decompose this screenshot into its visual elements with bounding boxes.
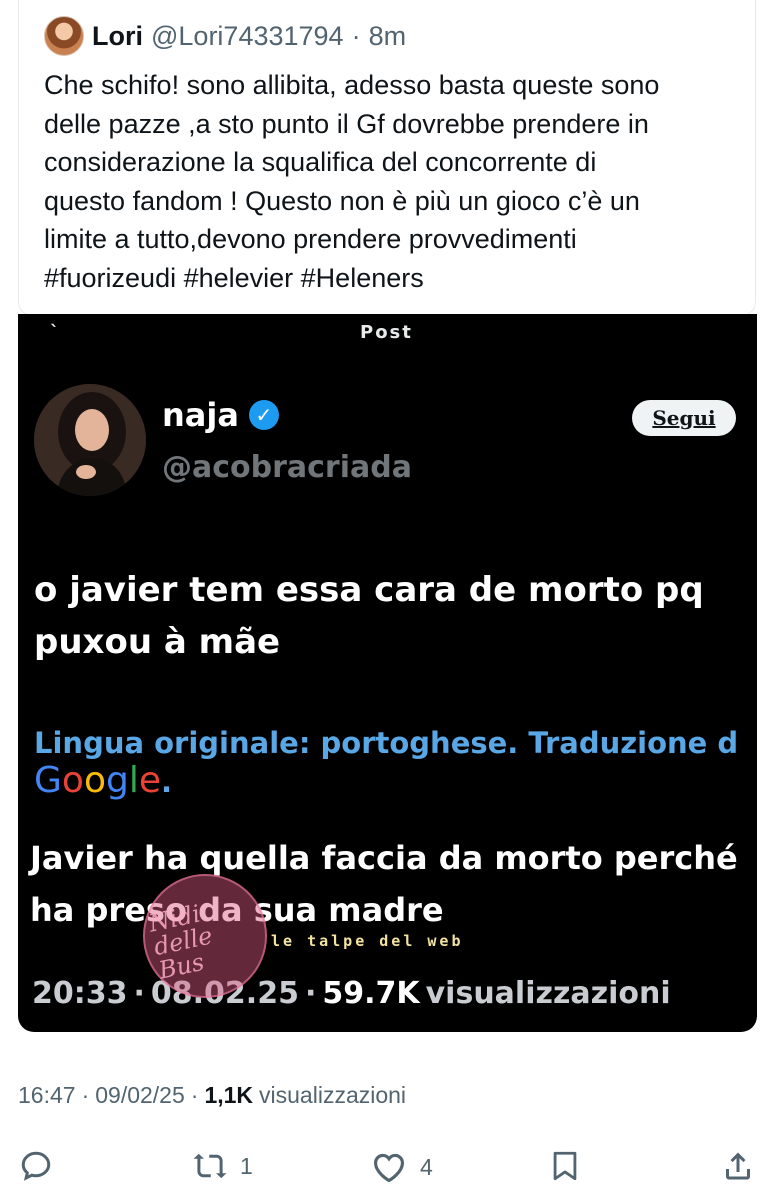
separator-dot: · [304,976,317,1011]
google-letter: l [128,760,139,801]
google-logo[interactable]: Google. [34,760,172,803]
author-handle[interactable]: @Lori74331794 [151,21,344,52]
quoted-author-name[interactable]: naja [162,396,239,434]
author-name[interactable]: Lori [92,21,143,52]
reply-button[interactable] [18,1148,54,1184]
share-button[interactable] [720,1148,756,1184]
views-label: visualizzazioni [259,1082,407,1108]
separator-dot: · [190,1082,199,1108]
google-letter: o [61,760,84,801]
quoted-meta: 20:33 · 08.02.25 · 59.7K visualizzazioni [32,976,671,1011]
action-bar: 1 4 [18,1140,758,1190]
follow-button[interactable]: Segui [632,400,736,436]
quoted-views-count: 59.7K [322,976,420,1011]
separator-dot: · [81,1082,90,1108]
like-count: 4 [420,1153,433,1180]
separator-dot: · [351,20,361,51]
cropped-header: ` Post [18,322,757,352]
quoted-author: naja ✓ [162,396,279,434]
tweet-header: Lori @Lori74331794 · 8m [44,16,406,56]
quoted-text: o javier tem essa cara de morto pq puxou… [34,570,704,662]
tweet-date[interactable]: 09/02/25 [95,1082,185,1109]
quoted-views-label: visualizzazioni [425,976,671,1011]
translated-text: Javier ha quella faccia da morto perché … [30,839,738,929]
retweet-count: 1 [240,1152,253,1179]
quoted-avatar[interactable] [34,384,146,496]
google-letter: e [138,760,161,801]
quoted-author-handle[interactable]: @acobracriada [162,450,412,485]
tweet-text: Che schifo! sono allibita, adesso basta … [44,70,660,293]
tweet-time[interactable]: 16:47 [18,1082,76,1109]
heart-icon [373,1153,405,1183]
separator-dot: · [133,976,145,1011]
time-ago[interactable]: 8m [369,21,407,52]
tweet-meta: 16:47 · 09/02/25 · 1,1K visualizzazioni [18,1082,406,1109]
google-letter: o [83,760,106,801]
avatar[interactable] [44,16,84,56]
google-letter: g [105,760,129,801]
quoted-time[interactable]: 20:33 [32,976,128,1011]
like-button[interactable]: 4 [370,1148,433,1186]
google-letter: G [34,760,62,801]
cropped-back-arrow: ` [50,322,59,343]
share-icon [726,1152,750,1180]
quoted-avatar-image [34,384,146,496]
reply-icon [21,1151,51,1181]
retweet-icon [193,1153,227,1179]
cropped-title: Post [360,322,413,343]
google-period: . [161,765,173,799]
quoted-date[interactable]: 08.02.25 [151,976,299,1011]
views-count: 1,1K [204,1082,254,1108]
translation-note[interactable]: Lingua originale: portoghese. Traduzione… [34,722,757,764]
quoted-screenshot[interactable]: ` Post naja ✓ @acobracriada Segui o javi… [18,314,757,1032]
bookmark-icon [553,1151,577,1181]
bookmark-button[interactable] [548,1148,582,1184]
retweet-button[interactable]: 1 [192,1148,253,1184]
verified-badge-icon: ✓ [248,400,279,430]
